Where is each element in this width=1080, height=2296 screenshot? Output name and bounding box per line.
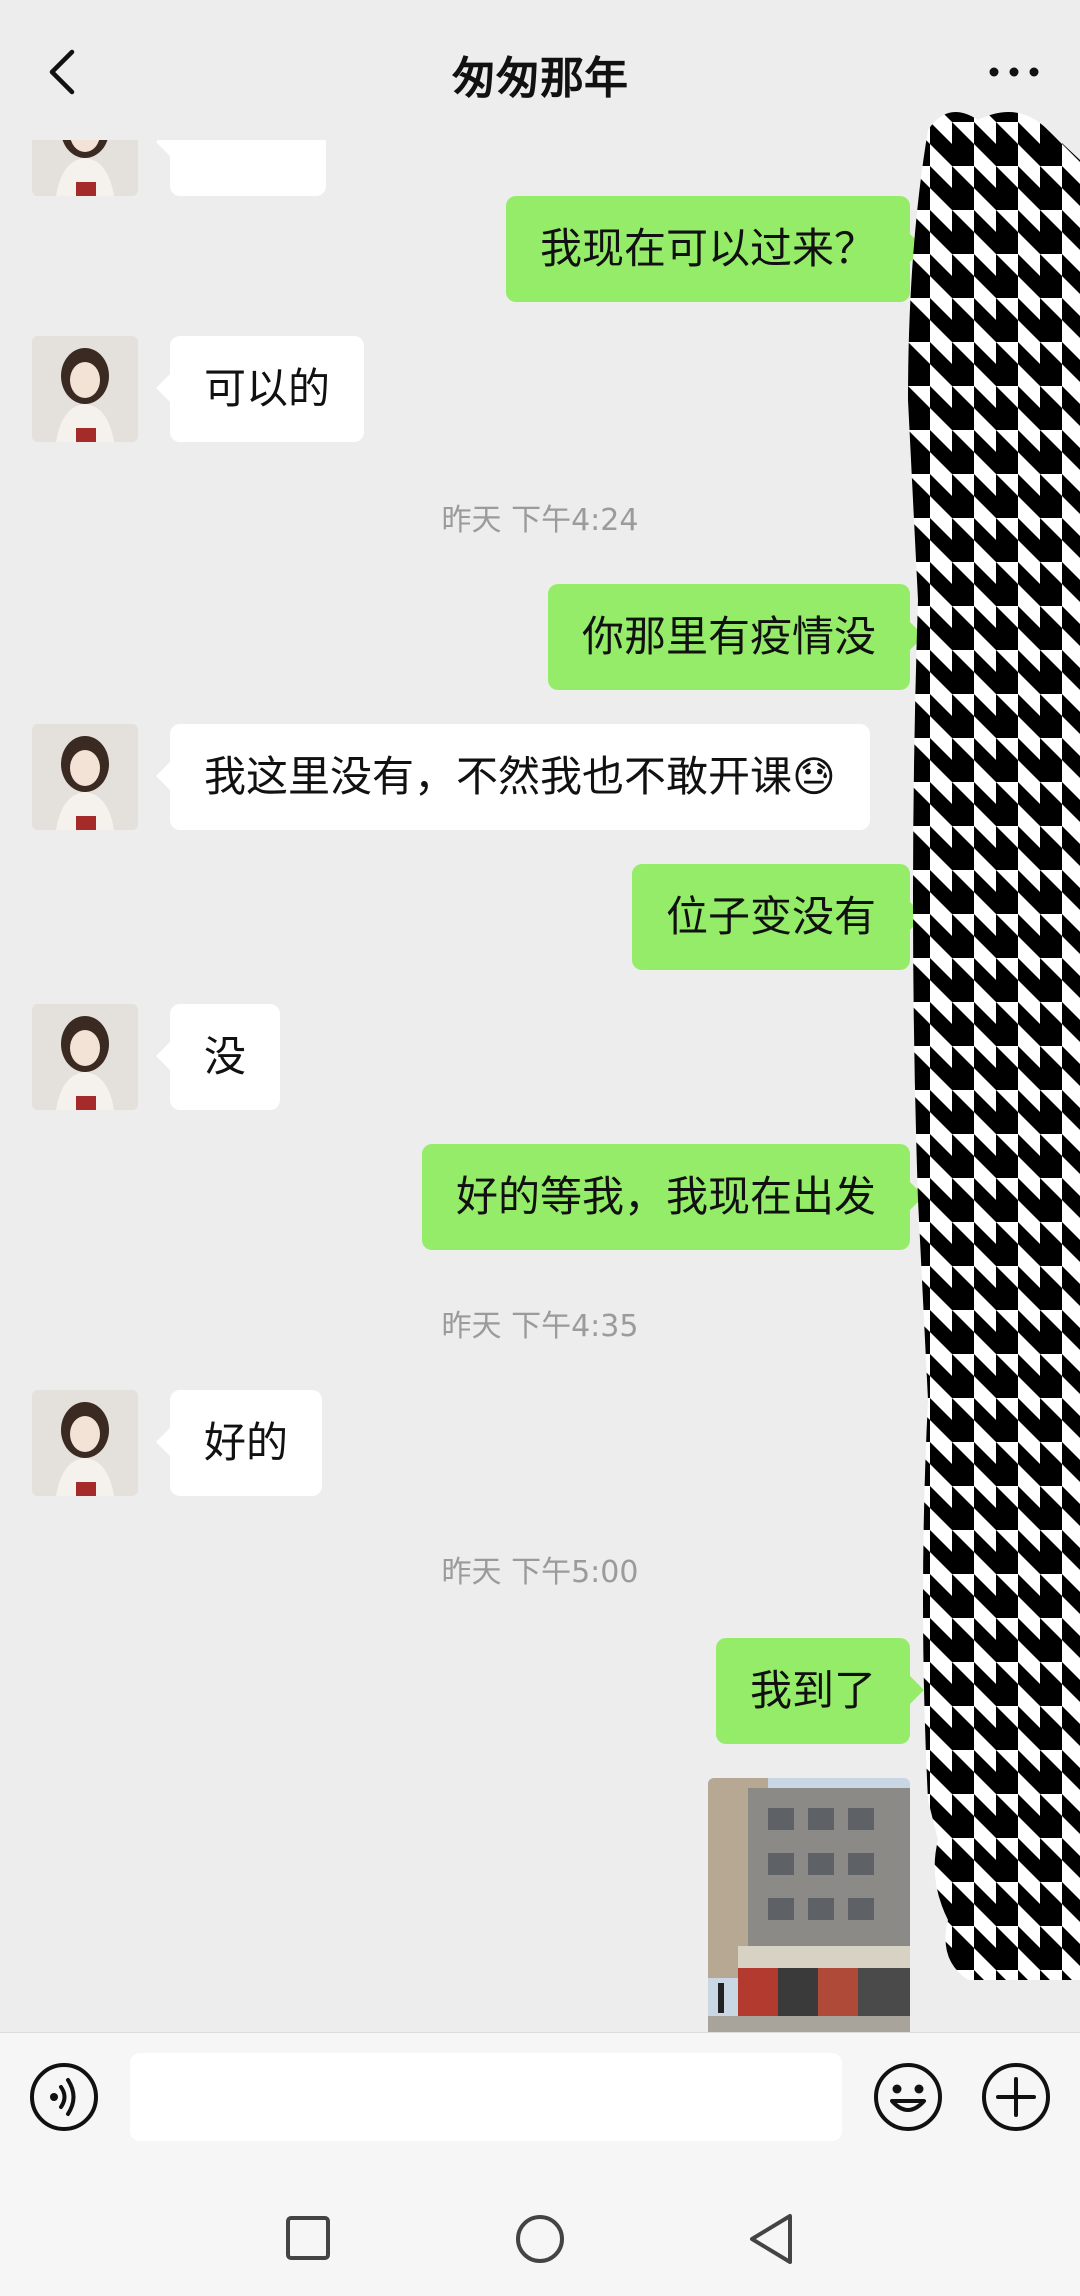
message-bubble-outgoing[interactable]: 你那里有疫情没 <box>547 584 925 690</box>
message-bubble-outgoing[interactable]: 我现在可以过来？ <box>505 196 925 302</box>
back-nav-icon[interactable] <box>746 2212 796 2266</box>
system-nav-bar <box>0 2160 1080 2296</box>
image-message[interactable] <box>708 1778 910 2032</box>
home-icon[interactable] <box>514 2213 566 2265</box>
street-photo <box>708 1778 910 2032</box>
message-bubble-outgoing[interactable]: 我到了 <box>715 1638 925 1744</box>
message-bubble-incoming[interactable]: 好的 <box>155 1390 323 1496</box>
avatar[interactable] <box>32 140 138 196</box>
message-bubble-incoming[interactable]: 没 <box>155 1004 281 1110</box>
recent-apps-icon[interactable] <box>285 2215 331 2261</box>
message-bubble-incoming[interactable]: 可以的 <box>155 336 365 442</box>
redaction-overlay <box>908 112 1080 1980</box>
avatar[interactable] <box>32 724 138 830</box>
emoji-icon[interactable] <box>872 2061 944 2133</box>
message-bubble-incoming[interactable]: 我这里没有，不然我也不敢开课😓 <box>156 724 870 830</box>
chat-title: 匆匆那年 <box>452 53 628 104</box>
voice-icon[interactable] <box>28 2061 100 2133</box>
plus-icon[interactable] <box>980 2061 1052 2133</box>
message-bubble-incoming[interactable] <box>156 140 326 196</box>
avatar[interactable] <box>32 1390 138 1496</box>
avatar[interactable] <box>32 1004 138 1110</box>
more-dots-icon[interactable] <box>984 52 1044 92</box>
input-bar <box>0 2032 1080 2161</box>
message-bubble-outgoing[interactable]: 位子变没有 <box>631 864 925 970</box>
message-input[interactable] <box>130 2053 842 2141</box>
avatar[interactable] <box>32 336 138 442</box>
message-bubble-outgoing[interactable]: 好的等我，我现在出发 <box>421 1144 925 1250</box>
